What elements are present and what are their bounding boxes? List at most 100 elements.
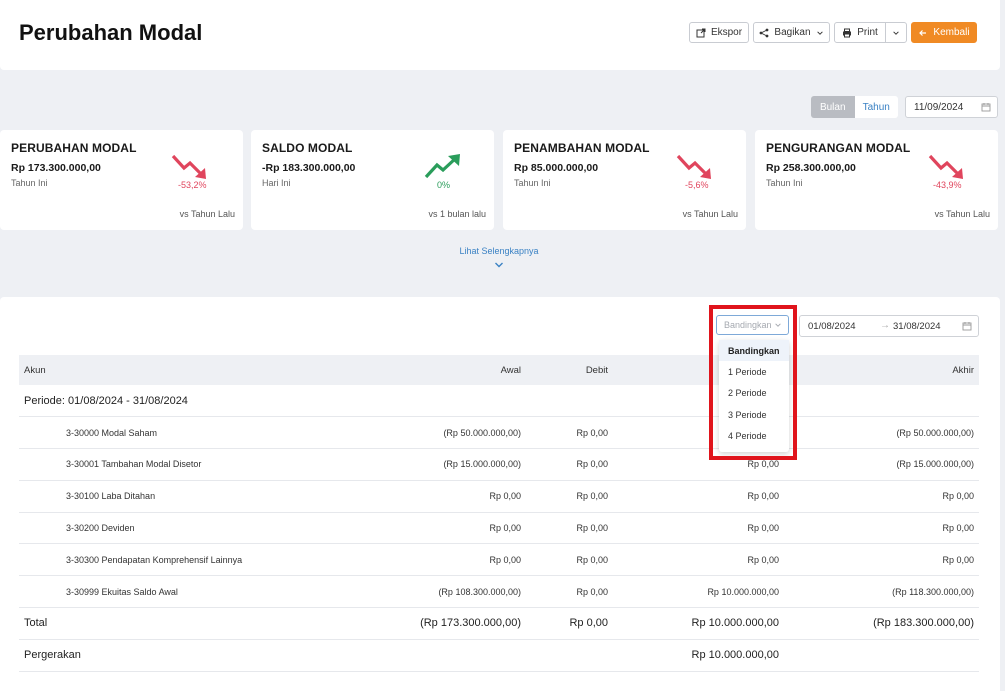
equity-table: Akun Awal Debit Kredit Akhir Periode: 01…	[19, 355, 979, 672]
cell-akhir: Rp 0,00	[784, 543, 979, 577]
cell-akhir: (Rp 50.000.000,00)	[784, 416, 979, 450]
print-button[interactable]: Print	[834, 22, 886, 43]
date-range-arrow: →	[880, 320, 890, 331]
share-button[interactable]: Bagikan	[753, 22, 830, 43]
card-foot: vs Tahun Lalu	[934, 209, 990, 219]
card-pengurangan-modal: PENGURANGAN MODAL Rp 258.300.000,00 Tahu…	[755, 130, 998, 230]
cell-kredit: Rp 0,00	[613, 512, 784, 545]
cell-awal: Rp 0,00	[359, 480, 526, 513]
trend-down-icon	[171, 154, 206, 179]
cell-akhir: Rp 0,00	[784, 480, 979, 513]
card-title: PENGURANGAN MODAL	[766, 141, 911, 155]
card-value: Rp 173.300.000,00	[11, 162, 101, 174]
total-label: Total	[19, 607, 359, 640]
col-akhir: Akhir	[784, 355, 979, 385]
card-sub: Hari Ini	[262, 178, 291, 188]
cell-debit: Rp 0,00	[526, 416, 613, 450]
card-foot: vs Tahun Lalu	[682, 209, 738, 219]
chevron-down-icon	[816, 30, 823, 35]
table-row[interactable]: 3-30000 Modal Saham (Rp 50.000.000,00) R…	[19, 416, 979, 450]
movement-row: Pergerakan Rp 10.000.000,00	[19, 639, 979, 672]
table-row[interactable]: 3-30100 Laba Ditahan Rp 0,00 Rp 0,00 Rp …	[19, 480, 979, 513]
movement-akhir	[784, 639, 979, 672]
cell-akun[interactable]: 3-30000 Modal Saham	[19, 416, 359, 450]
card-penambahan-modal: PENAMBAHAN MODAL Rp 85.000.000,00 Tahun …	[503, 130, 746, 230]
calendar-icon	[981, 103, 991, 112]
cell-akhir: (Rp 118.300.000,00)	[784, 575, 979, 609]
card-value: Rp 258.300.000,00	[766, 162, 856, 174]
cell-debit: Rp 0,00	[526, 575, 613, 609]
card-foot: vs Tahun Lalu	[179, 209, 235, 219]
cell-kredit: Rp 0,00	[613, 480, 784, 513]
card-value: -Rp 183.300.000,00	[262, 162, 356, 174]
card-sub: Tahun Ini	[766, 178, 803, 188]
cell-awal: (Rp 15.000.000,00)	[359, 448, 526, 481]
total-awal: (Rp 173.300.000,00)	[359, 607, 526, 640]
total-row: Total (Rp 173.300.000,00) Rp 0,00 Rp 10.…	[19, 607, 979, 640]
share-label: Bagikan	[774, 27, 811, 38]
date-picker[interactable]: 11/09/2024	[905, 96, 998, 118]
card-title: SALDO MODAL	[262, 141, 353, 155]
cell-akun[interactable]: 3-30200 Deviden	[19, 512, 359, 545]
col-debit: Debit	[526, 355, 613, 385]
table-row[interactable]: 3-30300 Pendapatan Komprehensif Lainnya …	[19, 543, 979, 577]
table-row[interactable]: 3-30001 Tambahan Modal Disetor (Rp 15.00…	[19, 448, 979, 481]
card-pct: 0%	[437, 180, 451, 190]
movement-kredit: Rp 10.000.000,00	[613, 639, 784, 672]
card-sub: Tahun Ini	[11, 178, 48, 188]
cell-awal: Rp 0,00	[359, 512, 526, 545]
date-range-end: 31/08/2024	[893, 321, 941, 332]
page-header: Perubahan Modal Ekspor Bagikan Print Kem…	[0, 0, 1000, 70]
period-row: Periode: 01/08/2024 - 31/08/2024	[19, 385, 979, 418]
export-button[interactable]: Ekspor	[689, 22, 749, 43]
cell-akun[interactable]: 3-30999 Ekuitas Saldo Awal	[19, 575, 359, 609]
tab-bulan[interactable]: Bulan	[811, 96, 855, 118]
card-pct: -43,9%	[933, 180, 962, 190]
period-value: 01/08/2024 - 31/08/2024	[68, 394, 188, 407]
card-foot: vs 1 bulan lalu	[428, 209, 486, 219]
cell-debit: Rp 0,00	[526, 512, 613, 545]
cell-akun[interactable]: 3-30100 Laba Ditahan	[19, 480, 359, 513]
print-options-button[interactable]	[885, 22, 907, 43]
back-button[interactable]: Kembali	[911, 22, 977, 43]
cell-akun[interactable]: 3-30300 Pendapatan Komprehensif Lainnya	[19, 543, 359, 577]
cell-kredit: Rp 0,00	[613, 543, 784, 577]
printer-icon	[843, 28, 852, 37]
movement-awal	[359, 639, 526, 672]
table-header: Akun Awal Debit Kredit Akhir	[19, 355, 979, 385]
period-toggle: Bulan Tahun	[811, 96, 898, 118]
trend-up-icon	[424, 154, 460, 179]
export-label: Ekspor	[710, 27, 743, 38]
period-cell: Periode: 01/08/2024 - 31/08/2024	[19, 385, 979, 418]
cell-kredit: Rp 10.000.000,00	[613, 575, 784, 609]
tab-tahun[interactable]: Tahun	[854, 96, 898, 118]
table-row[interactable]: 3-30999 Ekuitas Saldo Awal (Rp 108.300.0…	[19, 575, 979, 609]
card-value: Rp 85.000.000,00	[514, 162, 599, 174]
card-pct: -53,2%	[178, 180, 207, 190]
chevron-down-icon	[893, 30, 899, 35]
card-sub: Tahun Ini	[514, 178, 551, 188]
card-saldo-modal: SALDO MODAL -Rp 183.300.000,00 Hari Ini …	[251, 130, 494, 230]
cell-debit: Rp 0,00	[526, 543, 613, 577]
print-label: Print	[857, 27, 878, 38]
card-pct: -5,6%	[685, 180, 709, 190]
see-more-link[interactable]: Lihat Selengkapnya	[452, 246, 546, 256]
card-perubahan-modal: PERUBAHAN MODAL Rp 173.300.000,00 Tahun …	[0, 130, 243, 230]
col-akun: Akun	[19, 355, 359, 385]
table-row[interactable]: 3-30200 Deviden Rp 0,00 Rp 0,00 Rp 0,00 …	[19, 512, 979, 545]
cell-akun[interactable]: 3-30001 Tambahan Modal Disetor	[19, 448, 359, 481]
total-kredit: Rp 10.000.000,00	[613, 607, 784, 640]
back-label: Kembali	[933, 27, 970, 38]
date-range-picker[interactable]: 01/08/2024 → 31/08/2024	[799, 315, 979, 337]
total-debit: Rp 0,00	[526, 607, 613, 640]
page-title: Perubahan Modal	[19, 20, 203, 45]
chevron-down-icon[interactable]	[494, 261, 504, 269]
trend-down-icon	[676, 154, 711, 179]
card-title: PENAMBAHAN MODAL	[514, 141, 650, 155]
movement-label: Pergerakan	[19, 639, 359, 672]
date-range-start: 01/08/2024	[808, 321, 856, 332]
cell-akhir: Rp 0,00	[784, 512, 979, 545]
calendar-icon	[962, 322, 972, 331]
period-label: Periode:	[24, 394, 65, 407]
share-icon	[760, 28, 769, 37]
